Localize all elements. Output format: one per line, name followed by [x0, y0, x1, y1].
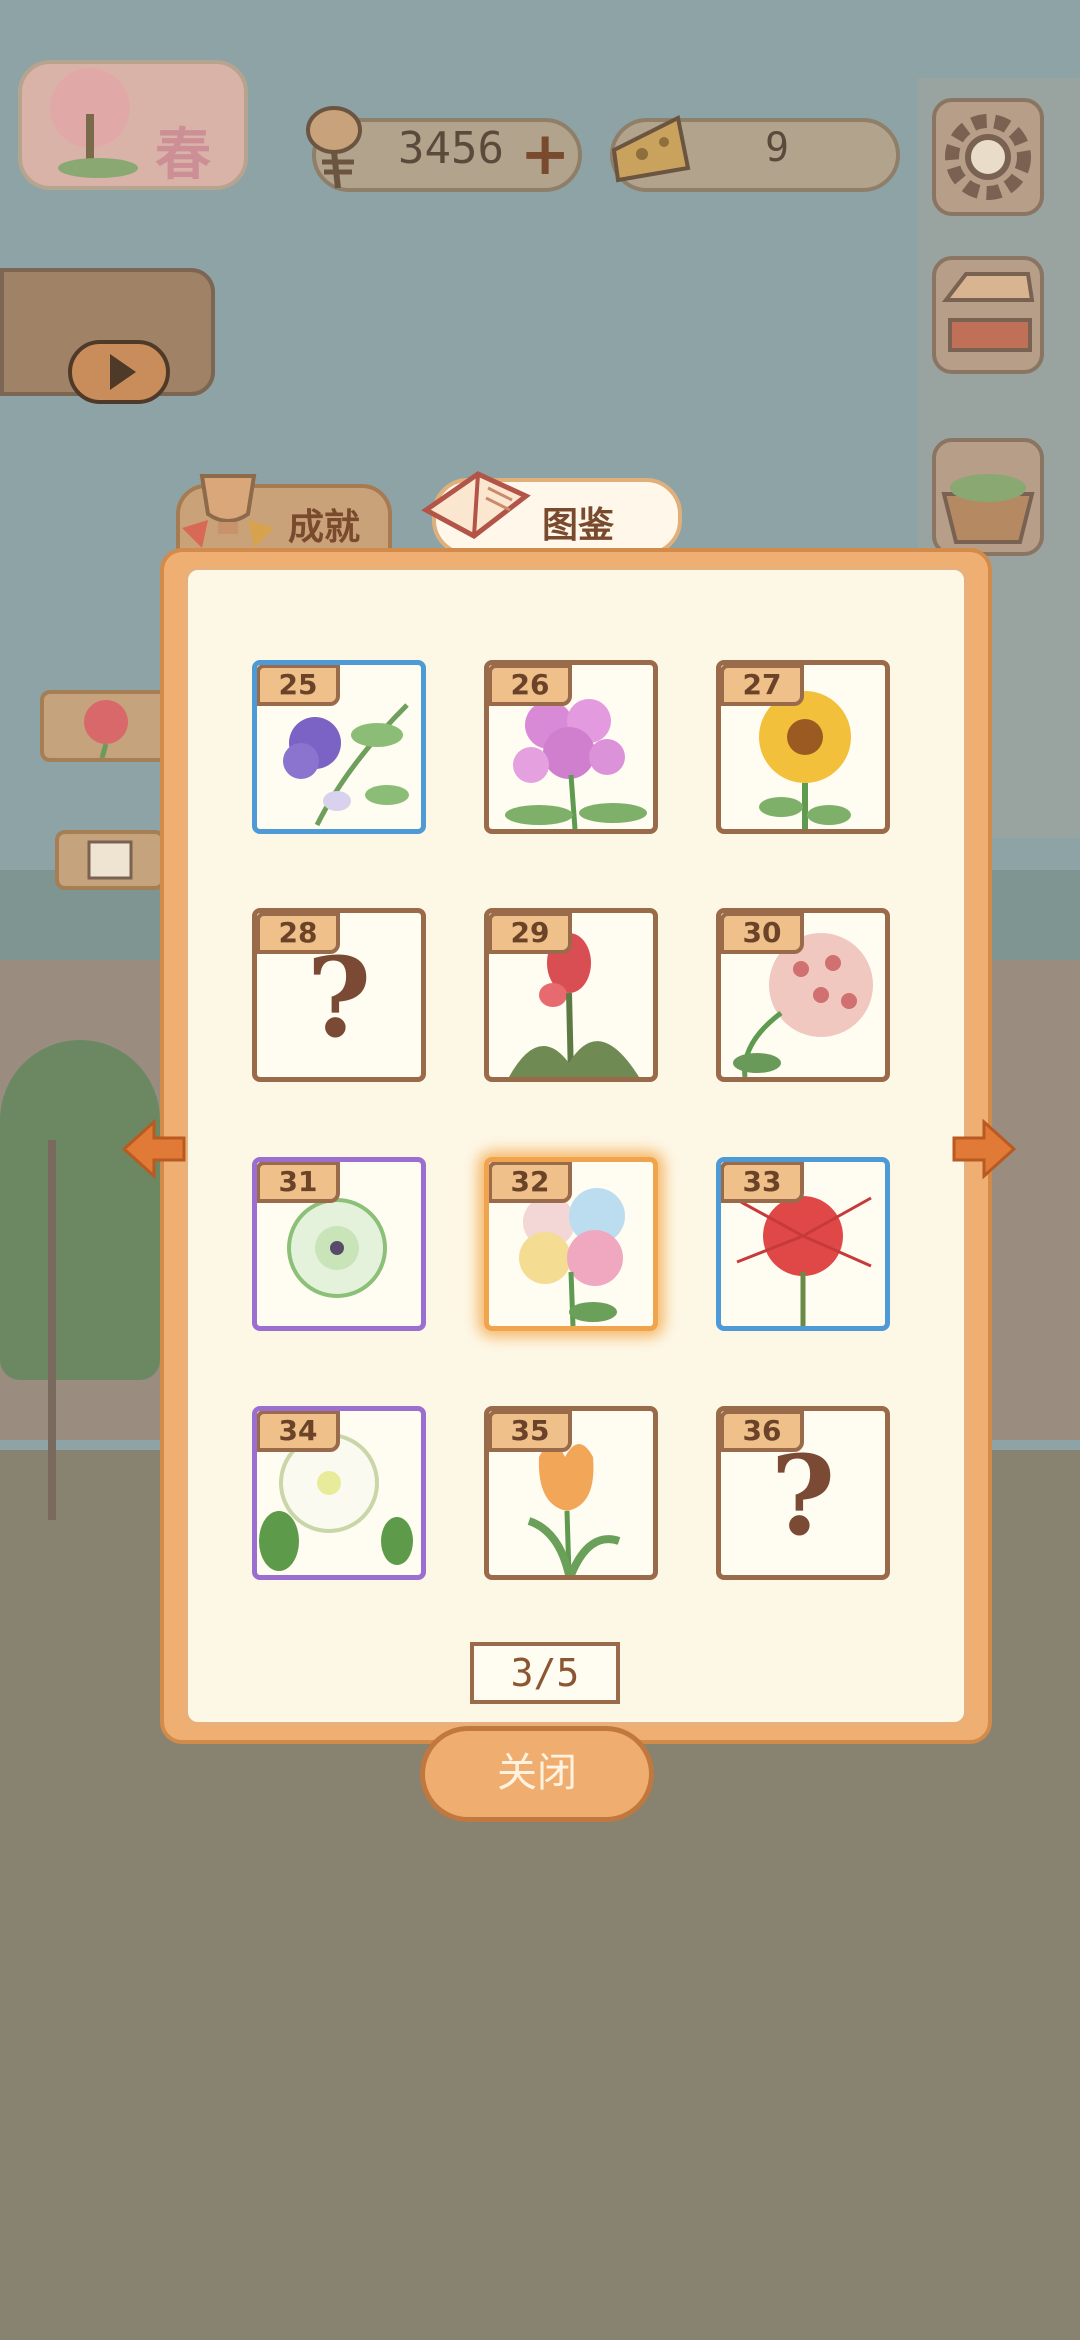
shop-stall-icon: [941, 272, 1035, 352]
gear-icon: [945, 114, 1031, 200]
flower-card-33[interactable]: 33: [716, 1157, 890, 1331]
trophy-icon: [182, 474, 274, 548]
card-number: 36: [721, 1411, 804, 1452]
card-number: 31: [257, 1162, 340, 1203]
settings-button[interactable]: [932, 98, 1044, 216]
photo-icon: [87, 840, 133, 880]
tab-collection-label: 图鉴: [542, 505, 615, 546]
shop-button[interactable]: [932, 256, 1044, 374]
fish-bone-icon: [306, 106, 362, 189]
flower-card-35[interactable]: 35: [484, 1406, 658, 1580]
basket-icon: [941, 474, 1035, 544]
season-label: 春: [155, 122, 211, 188]
book-icon: [421, 471, 531, 539]
photo-category-tab[interactable]: [55, 830, 165, 890]
flower-card-30[interactable]: 30: [716, 908, 890, 1082]
flower-card-29[interactable]: 29: [484, 908, 658, 1082]
flower-category-tab[interactable]: [40, 690, 180, 762]
cherry-tree-icon: [50, 68, 138, 178]
flower-card-28[interactable]: ? 28: [252, 908, 426, 1082]
play-icon[interactable]: [68, 340, 170, 404]
close-button[interactable]: 关闭: [420, 1726, 654, 1822]
card-number: 32: [489, 1162, 572, 1203]
flower-card-32[interactable]: 32: [484, 1157, 658, 1331]
cheese-count: 9: [765, 125, 790, 171]
rose-icon: [84, 700, 128, 759]
card-number: 26: [489, 665, 572, 706]
flower-card-25[interactable]: 25: [252, 660, 426, 834]
flower-card-27[interactable]: 27: [716, 660, 890, 834]
flower-card-31[interactable]: 31: [252, 1157, 426, 1331]
card-number: 34: [257, 1411, 340, 1452]
card-number: 30: [721, 913, 804, 954]
prev-page-arrow-icon[interactable]: [118, 1114, 188, 1184]
card-number: 25: [257, 665, 340, 706]
next-page-arrow-icon[interactable]: [950, 1114, 1020, 1184]
cheese-icon: [611, 115, 691, 183]
card-number: 35: [489, 1411, 572, 1452]
tab-achievements-label: 成就: [288, 507, 361, 548]
flower-card-34[interactable]: 34: [252, 1406, 426, 1580]
add-currency-button[interactable]: +: [520, 124, 570, 184]
background-tree: [0, 1040, 160, 1380]
background-lamp-pole: [48, 1140, 56, 1520]
fish-bone-count: 3456: [398, 123, 504, 174]
page-indicator: 3/5: [470, 1642, 620, 1704]
flower-card-36[interactable]: ? 36: [716, 1406, 890, 1580]
card-number: 33: [721, 1162, 804, 1203]
basket-button[interactable]: [932, 438, 1044, 556]
card-number: 29: [489, 913, 572, 954]
season-badge[interactable]: [18, 60, 248, 190]
flower-card-26[interactable]: 26: [484, 660, 658, 834]
card-number: 28: [257, 913, 340, 954]
card-number: 27: [721, 665, 804, 706]
